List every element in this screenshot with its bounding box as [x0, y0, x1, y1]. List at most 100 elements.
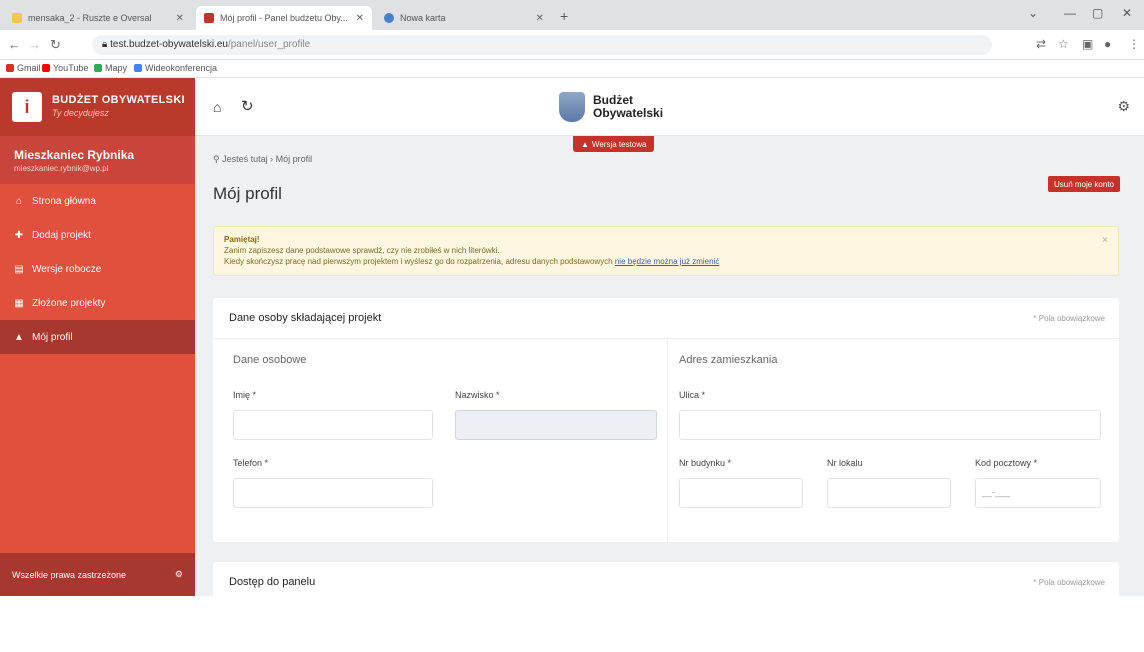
home-icon[interactable]: ⌂ [213, 99, 221, 115]
sidebar-item-add-project[interactable]: ✚ Dodaj projekt [0, 218, 195, 252]
version-badge: ▲ Wersja testowa [573, 136, 655, 152]
brand-title: BUDŻET OBYWATELSKI [52, 94, 185, 106]
street-field[interactable] [679, 410, 1101, 440]
close-tab-icon[interactable]: ✕ [176, 13, 184, 24]
browser-menu-icon[interactable]: ⋮ [1128, 37, 1140, 51]
browser-tab-1[interactable]: mensaka_2 - Ruszte e Oversal ✕ [4, 6, 192, 30]
profile-icon[interactable]: ● [1104, 37, 1111, 51]
back-icon[interactable]: ← [8, 37, 21, 52]
alert-link[interactable]: nie będzie można już zmienić [615, 257, 720, 266]
close-tab-icon[interactable]: ✕ [356, 13, 364, 24]
url-input[interactable]: 🔒︎ test.budzet-obywatelski.eu/panel/user… [92, 35, 992, 55]
bookmark-meet[interactable]: Wideokonferencja [134, 63, 217, 73]
alert-line-2-text: Kiedy skończysz pracę nad pierwszym proj… [224, 257, 613, 266]
meet-icon [134, 64, 142, 72]
bookmarks-bar: Gmail YouTube Mapy Wideokonferencja [0, 60, 1144, 78]
youtube-icon [42, 64, 50, 72]
document-icon: ▤ [14, 263, 24, 275]
sidebar-item-label: Wersje robocze [32, 263, 102, 275]
card-title: Dane osoby składającej projekt [229, 312, 382, 324]
street-label: Ulica * [679, 390, 706, 400]
reminder-alert: Pamiętaj! Zanim zapiszesz dane podstawow… [213, 226, 1119, 276]
phone-field[interactable] [233, 478, 433, 508]
breadcrumb-current: Mój profil [275, 154, 313, 164]
applicant-details-card: Dane osoby składającej projekt * Pola ob… [213, 298, 1119, 542]
bookmark-gmail[interactable]: Gmail [6, 63, 41, 73]
browser-tab-2[interactable]: Mój profil - Panel budżetu Oby... ✕ [196, 6, 372, 30]
alert-title: Pamiętaj! [224, 235, 260, 244]
sidebar: i BUDŻET OBYWATELSKI Ty decydujesz Miesz… [0, 78, 195, 596]
bookmark-maps[interactable]: Mapy [94, 63, 127, 73]
tab-title: Mój profil - Panel budżetu Oby... [220, 13, 348, 23]
site-logo[interactable]: Budżet Obywatelski [559, 92, 663, 122]
reload-icon[interactable]: ↻ [50, 37, 61, 53]
divider [213, 338, 1119, 339]
sidebar-footer: Wszelkie prawa zastrzeżone ⚙ [0, 553, 195, 596]
url-path: /panel/user_profile [227, 39, 311, 50]
lock-icon: 🔒︎ [102, 39, 108, 50]
page-title: Mój profil [213, 184, 282, 203]
user-email: mieszkaniec.rybnik@wp.pl [14, 164, 109, 173]
bookmark-label: Gmail [17, 63, 41, 73]
browser-tab-bar: mensaka_2 - Ruszte e Oversal ✕ Mój profi… [0, 0, 1144, 30]
sidebar-item-label: Złożone projekty [32, 297, 106, 309]
last-name-field[interactable] [455, 410, 657, 440]
breadcrumb: ⚲ Jesteś tutaj › Mój profil [213, 154, 312, 165]
tab-favicon-icon [384, 13, 394, 23]
tab-favicon-icon [204, 13, 214, 23]
maximize-icon[interactable]: ▢ [1092, 6, 1103, 20]
version-badge-label: Wersja testowa [591, 139, 647, 149]
bookmark-label: Mapy [105, 63, 128, 73]
warning-icon: ▲ [581, 139, 589, 149]
building-number-label: Nr budynku * [679, 458, 732, 468]
close-tab-icon[interactable]: ✕ [536, 13, 544, 24]
delete-account-button[interactable]: Usuń moje konto [1047, 176, 1120, 192]
copyright-text: Wszelkie prawa zastrzeżone [12, 569, 127, 580]
sidebar-item-drafts[interactable]: ▤ Wersje robocze [0, 252, 195, 286]
settings-gear-icon[interactable]: ⚙ [175, 569, 183, 580]
required-note: * Pola obowiązkowe [1033, 314, 1105, 323]
sidebar-item-submitted[interactable]: ▦ Złożone projekty [0, 286, 195, 320]
minimize-icon[interactable]: — [1064, 6, 1076, 20]
coat-of-arms-icon [559, 92, 585, 122]
sidebar-item-profile[interactable]: ▲ Mój profil [0, 320, 195, 354]
forward-icon[interactable]: → [28, 37, 41, 52]
section-address: Adres zamieszkania [679, 354, 778, 366]
new-tab-icon[interactable]: + [560, 8, 568, 24]
tab-title: Nowa karta [400, 13, 446, 23]
panel-access-card: Dostęp do panelu * Pola obowiązkowe [213, 562, 1119, 596]
breadcrumb-separator: › [270, 154, 274, 164]
brand-header[interactable]: i BUDŻET OBYWATELSKI Ty decydujesz [0, 78, 195, 136]
postcode-field[interactable]: __-___ [975, 478, 1101, 508]
browser-tab-3[interactable]: Nowa karta ✕ [376, 6, 552, 30]
alert-line-2: Kiedy skończysz pracę nad pierwszym proj… [224, 256, 1108, 267]
grid-icon: ▦ [14, 297, 24, 309]
user-panel: Mieszkaniec Rybnika mieszkaniec.rybnik@w… [0, 136, 195, 184]
apartment-number-field[interactable] [827, 478, 951, 508]
refresh-icon[interactable]: ↻ [241, 97, 254, 115]
close-window-icon[interactable]: ✕ [1122, 6, 1132, 20]
sidebar-item-label: Strona główna [32, 195, 96, 207]
apartment-number-label: Nr lokalu [827, 458, 863, 468]
breadcrumb-home-link[interactable]: Jesteś tutaj [222, 154, 268, 164]
section-personal: Dane osobowe [233, 354, 307, 366]
building-number-field[interactable] [679, 478, 803, 508]
gear-icon[interactable]: ⚙ [1117, 98, 1130, 115]
brand-logo-icon: i [12, 92, 42, 122]
bookmark-youtube[interactable]: YouTube [42, 63, 88, 73]
close-alert-icon[interactable]: × [1102, 235, 1108, 246]
sidebar-item-home[interactable]: ⌂ Strona główna [0, 184, 195, 218]
column-divider [667, 339, 668, 542]
translate-icon[interactable]: ⇄ [1036, 37, 1046, 51]
bookmark-star-icon[interactable]: ☆ [1058, 37, 1069, 51]
extensions-icon[interactable]: ▣ [1082, 37, 1093, 51]
card-title: Dostęp do panelu [229, 576, 316, 588]
tab-search-icon[interactable]: ⌄ [1028, 6, 1038, 20]
bookmark-label: Wideokonferencja [145, 63, 218, 73]
first-name-field[interactable] [233, 410, 433, 440]
phone-label: Telefon * [233, 458, 269, 468]
brand-subtitle: Ty decydujesz [52, 108, 109, 118]
sidebar-item-label: Mój profil [32, 331, 73, 343]
last-name-label: Nazwisko * [455, 390, 500, 400]
first-name-label: Imię * [233, 390, 257, 400]
